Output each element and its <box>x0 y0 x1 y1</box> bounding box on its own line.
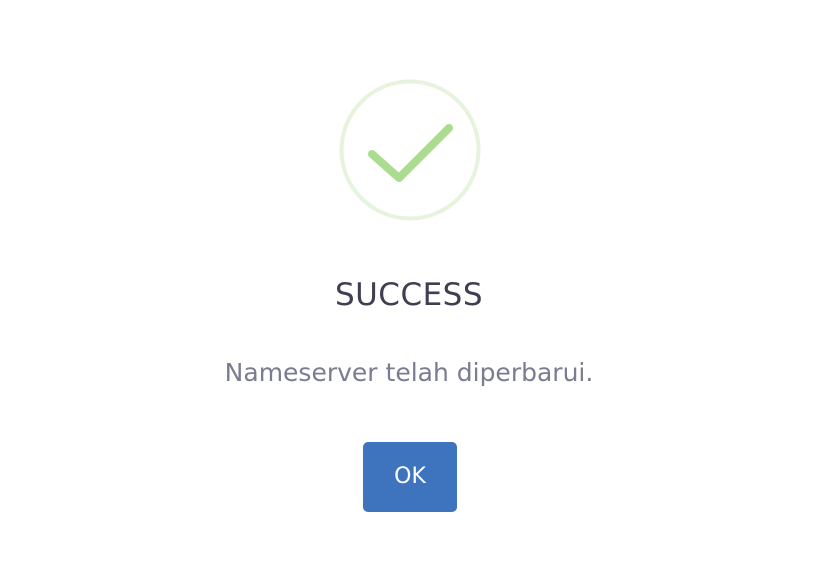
success-dialog: SUCCESS Nameserver telah diperbarui. OK <box>0 0 818 562</box>
dialog-title: SUCCESS <box>334 277 484 313</box>
dialog-message: Nameserver telah diperbarui. <box>224 358 594 387</box>
checkmark-success-icon <box>339 79 481 221</box>
ok-button[interactable]: OK <box>363 442 457 512</box>
